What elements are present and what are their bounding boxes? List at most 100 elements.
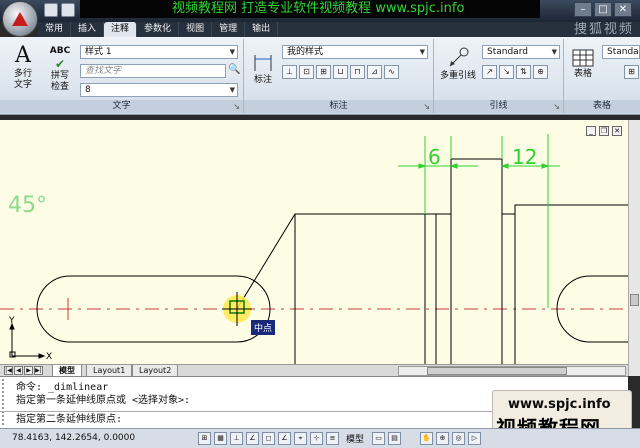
multileader-label: 多重引线 bbox=[439, 71, 476, 81]
zoom-icon[interactable]: ⊕ bbox=[436, 432, 449, 445]
table-link-icon[interactable]: ⊞ bbox=[624, 65, 639, 79]
horizontal-scroll-thumb[interactable] bbox=[427, 367, 567, 375]
grid-display-icon[interactable]: ▦ bbox=[214, 432, 227, 445]
multiline-text-button[interactable]: A 多行 文字 bbox=[6, 45, 40, 91]
snap-mode-icon[interactable]: ⊞ bbox=[198, 432, 211, 445]
dimension-style-select[interactable]: 我的样式 ▼ bbox=[282, 45, 428, 59]
quick-access-toolbar bbox=[44, 3, 75, 17]
text-a-icon: A bbox=[15, 43, 31, 68]
tab-manage[interactable]: 管理 bbox=[212, 22, 246, 37]
polar-tracking-icon[interactable]: ∠ bbox=[246, 432, 259, 445]
tab-annotate[interactable]: 注释 bbox=[104, 22, 138, 37]
maximize-button[interactable]: □ bbox=[594, 2, 612, 17]
drawing-svg: 6 12 45° Y X bbox=[0, 134, 628, 364]
dim-break-icon[interactable]: ⊥ bbox=[282, 65, 297, 79]
multiline-text-label: 多行 文字 bbox=[13, 69, 32, 90]
ucs-x-label: X bbox=[46, 352, 52, 362]
tab-parametric[interactable]: 参数化 bbox=[137, 22, 180, 37]
chevron-down-icon: ▼ bbox=[229, 48, 235, 56]
dim-adjust-space-icon[interactable]: ⊡ bbox=[299, 65, 314, 79]
dimension-button[interactable]: 标注 bbox=[248, 53, 278, 86]
next-layout-icon[interactable]: ▶ bbox=[24, 366, 33, 375]
text-style-select[interactable]: 样式 1 ▼ bbox=[80, 45, 238, 59]
table-tools: ⊞ bbox=[624, 65, 639, 79]
dim-oblique-icon[interactable]: ⊿ bbox=[367, 65, 382, 79]
dynamic-ucs-icon[interactable]: ⌖ bbox=[294, 432, 307, 445]
showmotion-icon[interactable]: ▷ bbox=[468, 432, 481, 445]
dialog-launcher-icon[interactable]: ↘ bbox=[233, 100, 240, 113]
coordinate-readout[interactable]: 78.4163, 142.2654, 0.0000 bbox=[12, 433, 135, 443]
object-snap-tracking-icon[interactable]: ∠ bbox=[278, 432, 291, 445]
text-panel-title: 文字 ↘ bbox=[0, 100, 243, 113]
ucs-icon bbox=[9, 322, 46, 359]
lineweight-icon[interactable]: ≡ bbox=[326, 432, 339, 445]
find-replace-icon[interactable]: 🔍 bbox=[228, 64, 240, 78]
tab-home[interactable]: 常用 bbox=[38, 22, 72, 37]
table-button[interactable]: 表格 bbox=[568, 49, 598, 80]
object-snap-icon[interactable]: ◻ bbox=[262, 432, 275, 445]
chevron-down-icon: ▼ bbox=[551, 48, 557, 56]
remove-leader-icon[interactable]: ↘ bbox=[499, 65, 514, 79]
dim-continue-icon[interactable]: ⊔ bbox=[333, 65, 348, 79]
dimension-6-text: 6 bbox=[428, 145, 441, 169]
window-controls: – □ ✕ bbox=[574, 2, 632, 18]
vertical-scrollbar[interactable] bbox=[628, 120, 640, 376]
angle-label: 45° bbox=[8, 193, 47, 218]
step-outline bbox=[425, 158, 503, 364]
spellcheck-icon: ABC bbox=[49, 46, 71, 56]
table-panel-title: 表格 bbox=[564, 100, 640, 113]
ribbon: A 多行 文字 ABC ✔ 拼写 检查 样式 1 ▼ 查找文字 🔍 8 ▼ 文字… bbox=[0, 37, 640, 115]
spellcheck-label: 拼写 检查 bbox=[50, 71, 69, 92]
horizontal-scrollbar[interactable] bbox=[398, 366, 626, 376]
minimize-button[interactable]: – bbox=[574, 2, 592, 17]
checkmark-icon: ✔ bbox=[54, 57, 66, 71]
snap-tooltip: 中点 bbox=[251, 320, 276, 335]
prev-layout-icon[interactable]: ◀ bbox=[14, 366, 23, 375]
title-bar: 视频教程网 打造专业软件视频教程 www.spjc.info – □ ✕ bbox=[0, 0, 640, 22]
vertical-scroll-thumb[interactable] bbox=[630, 294, 639, 306]
spellcheck-button[interactable]: ABC ✔ 拼写 检查 bbox=[44, 45, 76, 93]
layout-tab-bar: |◀ ◀ ▶ ▶| 模型 Layout1 Layout2 bbox=[0, 364, 628, 377]
application-menu-button[interactable] bbox=[2, 1, 38, 37]
tab-view[interactable]: 视图 bbox=[179, 22, 213, 37]
text-height-select[interactable]: 8 ▼ bbox=[80, 83, 238, 97]
steering-wheel-icon[interactable]: ◎ bbox=[452, 432, 465, 445]
viewport-close-icon[interactable]: ✕ bbox=[612, 126, 622, 136]
dialog-launcher-icon[interactable]: ↘ bbox=[423, 100, 430, 113]
leader-style-select[interactable]: Standard ▼ bbox=[482, 45, 560, 59]
dimension-12-text: 12 bbox=[512, 145, 537, 169]
drawing-canvas[interactable]: 6 12 45° Y X 中点 _ ❐ ✕ bbox=[0, 120, 628, 364]
first-layout-icon[interactable]: |◀ bbox=[4, 366, 13, 375]
dim-tedit-icon[interactable]: ∿ bbox=[384, 65, 399, 79]
dim-inspect-icon[interactable]: ⊞ bbox=[316, 65, 331, 79]
table-icon bbox=[572, 49, 594, 67]
app-logo-icon bbox=[12, 12, 28, 26]
leader-panel: 多重引线 Standard ▼ ↗ ↘ ⇅ ⊕ 引线 ↘ bbox=[434, 39, 564, 113]
quick-view-drawings-icon[interactable]: ▤ bbox=[388, 432, 401, 445]
quick-view-layouts-icon[interactable]: ▭ bbox=[372, 432, 385, 445]
open-file-icon[interactable] bbox=[61, 3, 75, 17]
table-panel: 表格 Standard ⊞ 表格 bbox=[564, 39, 640, 113]
leader-tools: ↗ ↘ ⇅ ⊕ bbox=[482, 65, 548, 79]
model-space-toggle[interactable]: 模型 bbox=[346, 432, 364, 445]
pan-icon[interactable]: ✋ bbox=[420, 432, 433, 445]
tab-insert[interactable]: 插入 bbox=[71, 22, 105, 37]
find-text-input[interactable]: 查找文字 bbox=[80, 64, 226, 78]
add-leader-icon[interactable]: ↗ bbox=[482, 65, 497, 79]
tab-output[interactable]: 输出 bbox=[245, 22, 279, 37]
last-layout-icon[interactable]: ▶| bbox=[34, 366, 43, 375]
status-bar: 78.4163, 142.2654, 0.0000 ⊞ ▦ ⊥ ∠ ◻ ∠ ⌖ … bbox=[0, 428, 640, 448]
dim-baseline-icon[interactable]: ⊓ bbox=[350, 65, 365, 79]
viewport-restore-icon[interactable]: ❐ bbox=[599, 126, 609, 136]
multileader-button[interactable]: 多重引线 bbox=[438, 47, 478, 82]
align-leader-icon[interactable]: ⇅ bbox=[516, 65, 531, 79]
dynamic-input-icon[interactable]: ⊹ bbox=[310, 432, 323, 445]
command-prompt: 指定第二条延伸线原点: bbox=[16, 414, 123, 425]
ortho-mode-icon[interactable]: ⊥ bbox=[230, 432, 243, 445]
viewport-minimize-icon[interactable]: _ bbox=[586, 126, 596, 136]
table-style-select[interactable]: Standard bbox=[602, 45, 640, 59]
collect-leader-icon[interactable]: ⊕ bbox=[533, 65, 548, 79]
new-file-icon[interactable] bbox=[44, 3, 58, 17]
dialog-launcher-icon[interactable]: ↘ bbox=[553, 100, 560, 113]
close-button[interactable]: ✕ bbox=[614, 2, 632, 17]
